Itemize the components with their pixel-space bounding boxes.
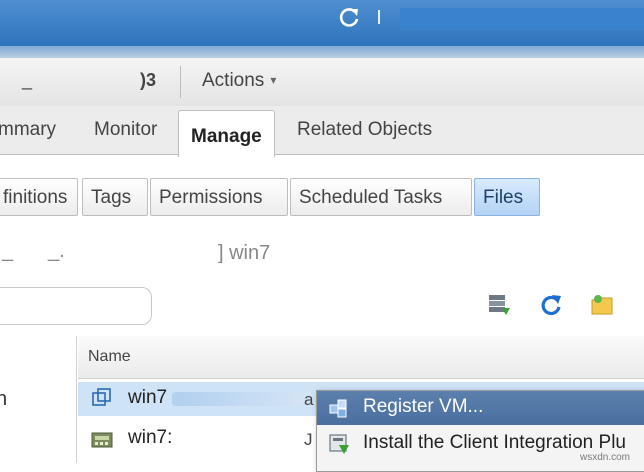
subtab-scheduled-tasks[interactable]: Scheduled Tasks <box>290 178 472 216</box>
install-plugin-icon <box>327 432 351 456</box>
tab-monitor[interactable]: Monitor <box>94 119 157 141</box>
new-folder-icon[interactable] <box>590 292 616 318</box>
object-header-bar: _ )3 Actions ▾ <box>0 58 644 107</box>
object-bar-divider <box>180 66 181 98</box>
actions-menu-button[interactable]: Actions ▾ <box>202 70 276 92</box>
redacted-text <box>172 392 312 406</box>
file-attribute: J <box>304 430 313 450</box>
top-banner <box>0 0 644 46</box>
subtab-permissions[interactable]: Permissions <box>150 178 288 216</box>
main-tab-bar: mmary Monitor Manage Related Objects <box>0 106 644 155</box>
header-divider <box>378 10 380 24</box>
file-name: win7 <box>128 387 167 409</box>
global-search-box[interactable] <box>400 8 644 30</box>
actions-label: Actions <box>202 70 264 91</box>
refresh-icon[interactable] <box>538 292 564 318</box>
object-name: )3 <box>140 70 156 91</box>
subtab-files[interactable]: Files <box>474 178 540 216</box>
refresh-icon[interactable] <box>336 5 362 31</box>
path-folder: ] win7 <box>218 242 270 265</box>
menu-item-label: Install the Client Integration Plu <box>363 432 626 454</box>
tab-manage[interactable]: Manage <box>178 110 275 157</box>
file-filter-input[interactable] <box>0 287 152 325</box>
column-header-name[interactable]: Name <box>88 348 131 366</box>
tree-item[interactable]: n <box>0 388 7 411</box>
chevron-down-icon: ▾ <box>270 73 276 87</box>
folder-tree: l n <box>0 336 77 463</box>
register-vm-icon <box>327 396 351 420</box>
object-breadcrumb: _ <box>22 70 32 91</box>
tab-related-objects[interactable]: Related Objects <box>297 119 432 141</box>
file-attribute: a <box>304 390 313 410</box>
disk-file-icon <box>90 427 114 451</box>
subtab-definitions[interactable]: finitions <box>0 178 78 216</box>
path-segment: _ <box>2 240 13 263</box>
watermark: wsxdn.com <box>580 452 630 463</box>
menu-item-register-vm[interactable]: Register VM... <box>317 391 644 425</box>
datastore-refresh-icon[interactable] <box>486 292 512 318</box>
file-name: win7: <box>128 427 172 449</box>
vmx-file-icon <box>90 387 114 411</box>
menu-item-label: Register VM... <box>363 396 483 418</box>
grid-header: Name <box>78 336 644 379</box>
tab-summary[interactable]: mmary <box>0 119 56 141</box>
path-segment: _. <box>48 240 65 263</box>
subtab-tags[interactable]: Tags <box>82 178 148 216</box>
